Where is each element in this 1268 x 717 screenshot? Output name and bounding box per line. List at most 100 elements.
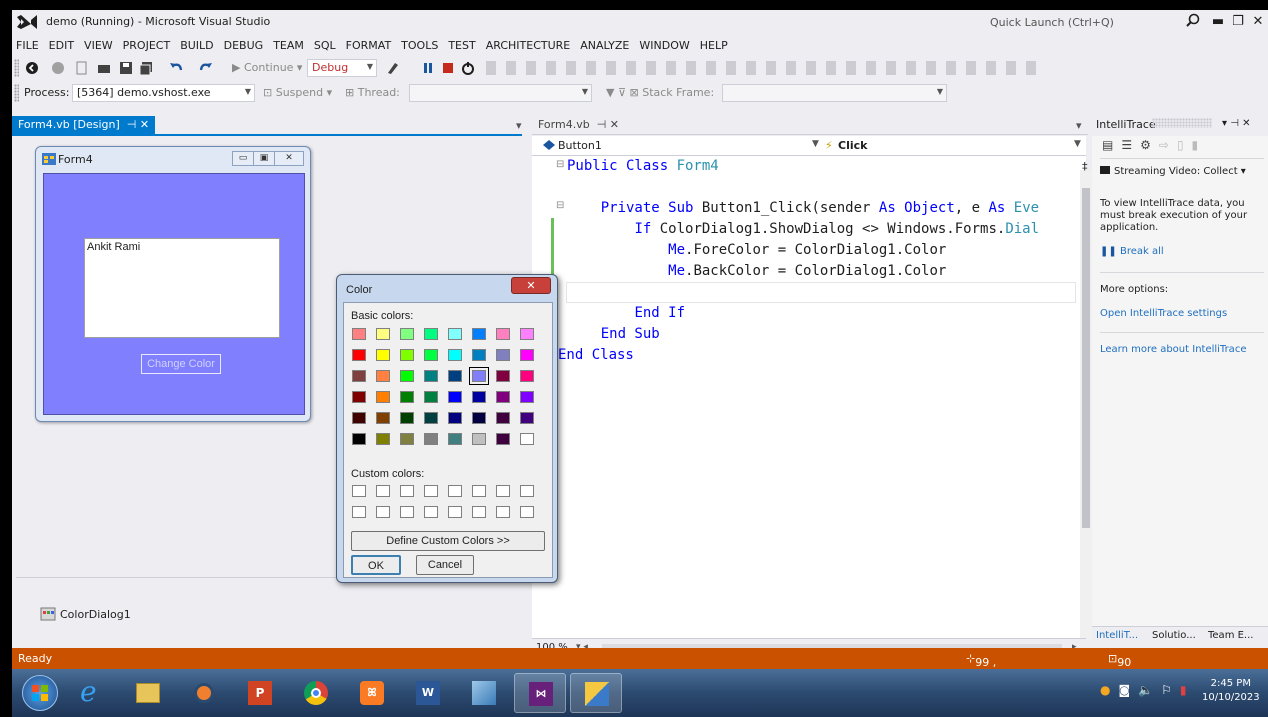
menu-build[interactable]: BUILD bbox=[175, 37, 218, 55]
basic-color-swatch[interactable] bbox=[400, 433, 414, 445]
stack-frame-select[interactable]: ▼ bbox=[722, 84, 947, 102]
form-maximize-button[interactable]: ▣ bbox=[253, 151, 275, 166]
define-custom-colors-button[interactable]: Define Custom Colors >> bbox=[351, 531, 545, 551]
notes-app[interactable] bbox=[458, 673, 510, 713]
basic-color-swatch[interactable] bbox=[496, 412, 510, 424]
clock[interactable]: 2:45 PM 10/10/2023 bbox=[1202, 677, 1260, 705]
toolbar-grip[interactable] bbox=[14, 59, 19, 77]
visual-studio-app[interactable]: ⋈ bbox=[514, 673, 566, 713]
editor-vertical-scrollbar[interactable] bbox=[1080, 170, 1092, 640]
basic-color-swatch[interactable] bbox=[520, 412, 534, 424]
basic-color-swatch[interactable] bbox=[400, 412, 414, 424]
basic-color-swatch[interactable] bbox=[469, 367, 489, 385]
menu-window[interactable]: WINDOW bbox=[634, 37, 694, 55]
basic-color-swatch[interactable] bbox=[472, 391, 486, 403]
custom-color-swatch[interactable] bbox=[472, 506, 486, 518]
code-line[interactable]: Public Class Form4 bbox=[567, 156, 719, 177]
custom-color-swatch[interactable] bbox=[376, 485, 390, 497]
basic-color-swatch[interactable] bbox=[376, 412, 390, 424]
basic-color-swatch[interactable] bbox=[352, 328, 366, 340]
basic-color-swatch[interactable] bbox=[376, 328, 390, 340]
basic-color-swatch[interactable] bbox=[376, 349, 390, 361]
calls-view-icon[interactable]: ☰ bbox=[1121, 138, 1132, 152]
break-all-icon[interactable] bbox=[420, 60, 436, 76]
media-player-app[interactable] bbox=[178, 673, 230, 713]
custom-color-swatch[interactable] bbox=[448, 506, 462, 518]
powerpoint-app[interactable]: P bbox=[234, 673, 286, 713]
custom-color-swatch[interactable] bbox=[376, 506, 390, 518]
cancel-button[interactable]: Cancel bbox=[416, 555, 474, 575]
start-button[interactable] bbox=[22, 675, 58, 711]
configuration-select[interactable]: Debug ▼ bbox=[307, 59, 377, 77]
basic-color-swatch[interactable] bbox=[352, 433, 366, 445]
suspend-button[interactable]: Suspend bbox=[276, 86, 323, 99]
code-line[interactable]: Me.ForeColor = ColorDialog1.Color bbox=[567, 240, 946, 261]
basic-color-swatch[interactable] bbox=[448, 433, 462, 445]
save-all-icon[interactable] bbox=[138, 60, 154, 76]
menu-tools[interactable]: TOOLS bbox=[396, 37, 443, 55]
basic-color-swatch[interactable] bbox=[472, 328, 486, 340]
basic-color-swatch[interactable] bbox=[448, 391, 462, 403]
search-icon[interactable] bbox=[1184, 12, 1202, 30]
tab-form4-design[interactable]: Form4.vb [Design] ⊣ ✕ bbox=[12, 116, 156, 134]
redo-icon[interactable] bbox=[198, 60, 214, 76]
internet-explorer-app[interactable]: e bbox=[66, 673, 118, 713]
learn-more-link[interactable]: Learn more about IntelliTrace bbox=[1100, 344, 1246, 356]
custom-color-swatch[interactable] bbox=[352, 506, 366, 518]
save-icon[interactable] bbox=[118, 60, 134, 76]
toolbar-grip[interactable] bbox=[14, 84, 19, 102]
tab-overflow-icon[interactable]: ▾ bbox=[516, 119, 522, 132]
custom-color-swatch[interactable] bbox=[496, 506, 510, 518]
dialog-close-button[interactable]: ✕ bbox=[511, 277, 551, 294]
minimize-button[interactable]: ▬ bbox=[1208, 12, 1228, 32]
menu-analyze[interactable]: ANALYZE bbox=[575, 37, 634, 55]
custom-color-swatch[interactable] bbox=[352, 485, 366, 497]
custom-color-swatch[interactable] bbox=[424, 485, 438, 497]
open-icon[interactable]: ▯ bbox=[1177, 138, 1184, 152]
class-dropdown-arrow-icon[interactable]: ▼ bbox=[812, 139, 819, 149]
custom-color-swatch[interactable] bbox=[496, 485, 510, 497]
tray-app-icon[interactable]: ● bbox=[1100, 683, 1110, 697]
panel-grip[interactable] bbox=[1152, 118, 1212, 128]
basic-color-swatch[interactable] bbox=[376, 391, 390, 403]
volume-icon[interactable]: 🔈 bbox=[1138, 683, 1153, 697]
basic-color-swatch[interactable] bbox=[520, 328, 534, 340]
menu-project[interactable]: PROJECT bbox=[118, 37, 176, 55]
class-member-select[interactable]: Button1 bbox=[558, 139, 602, 152]
basic-color-swatch[interactable] bbox=[496, 391, 510, 403]
basic-color-swatch[interactable] bbox=[424, 391, 438, 403]
code-line[interactable]: End If bbox=[567, 303, 685, 324]
split-editor-icon[interactable]: ‡ bbox=[1082, 160, 1088, 173]
textbox1[interactable]: Ankit Rami bbox=[84, 238, 280, 338]
open-settings-link[interactable]: Open IntelliTrace settings bbox=[1100, 308, 1227, 320]
code-line[interactable]: If ColorDialog1.ShowDialog <> Windows.Fo… bbox=[567, 219, 1039, 240]
forward-icon[interactable] bbox=[50, 60, 66, 76]
menu-architecture[interactable]: ARCHITECTURE bbox=[481, 37, 576, 55]
panel-options-icon[interactable]: ▾ ⊣ ✕ bbox=[1222, 118, 1250, 129]
undo-icon[interactable] bbox=[168, 60, 184, 76]
basic-color-swatch[interactable] bbox=[520, 370, 534, 382]
basic-color-swatch[interactable] bbox=[496, 433, 510, 445]
color-dialog-component[interactable]: ColorDialog1 bbox=[60, 608, 131, 621]
process-select[interactable]: [5364] demo.vshost.exe ▼ bbox=[72, 84, 255, 102]
streaming-video-dropdown[interactable]: Streaming Video: Collect ▾ bbox=[1100, 166, 1246, 178]
network-icon[interactable]: ◙ bbox=[1118, 683, 1130, 697]
basic-color-swatch[interactable] bbox=[496, 349, 510, 361]
code-editor[interactable]: ⊟ ⊟ Public Class Form4 Private Sub Butto… bbox=[532, 156, 1086, 638]
basic-color-swatch[interactable] bbox=[352, 391, 366, 403]
code-line[interactable]: End Sub bbox=[567, 324, 660, 345]
method-dropdown-arrow-icon[interactable]: ▼ bbox=[1074, 139, 1081, 149]
custom-color-swatch[interactable] bbox=[520, 485, 534, 497]
basic-color-swatch[interactable] bbox=[424, 433, 438, 445]
restore-button[interactable]: ❐ bbox=[1228, 12, 1248, 32]
basic-color-swatch[interactable] bbox=[472, 412, 486, 424]
menu-debug[interactable]: DEBUG bbox=[219, 37, 269, 55]
custom-color-swatch[interactable] bbox=[472, 485, 486, 497]
restart-icon[interactable] bbox=[460, 60, 476, 76]
tab-overflow-icon[interactable]: ▾ bbox=[1076, 119, 1082, 132]
xampp-app[interactable]: ꕤ bbox=[346, 673, 398, 713]
form-client-area[interactable]: Ankit Rami Change Color bbox=[43, 173, 305, 415]
basic-color-swatch[interactable] bbox=[376, 370, 390, 382]
menu-sql[interactable]: SQL bbox=[309, 37, 341, 55]
collapse-sub-icon[interactable]: ⊟ bbox=[556, 200, 564, 211]
